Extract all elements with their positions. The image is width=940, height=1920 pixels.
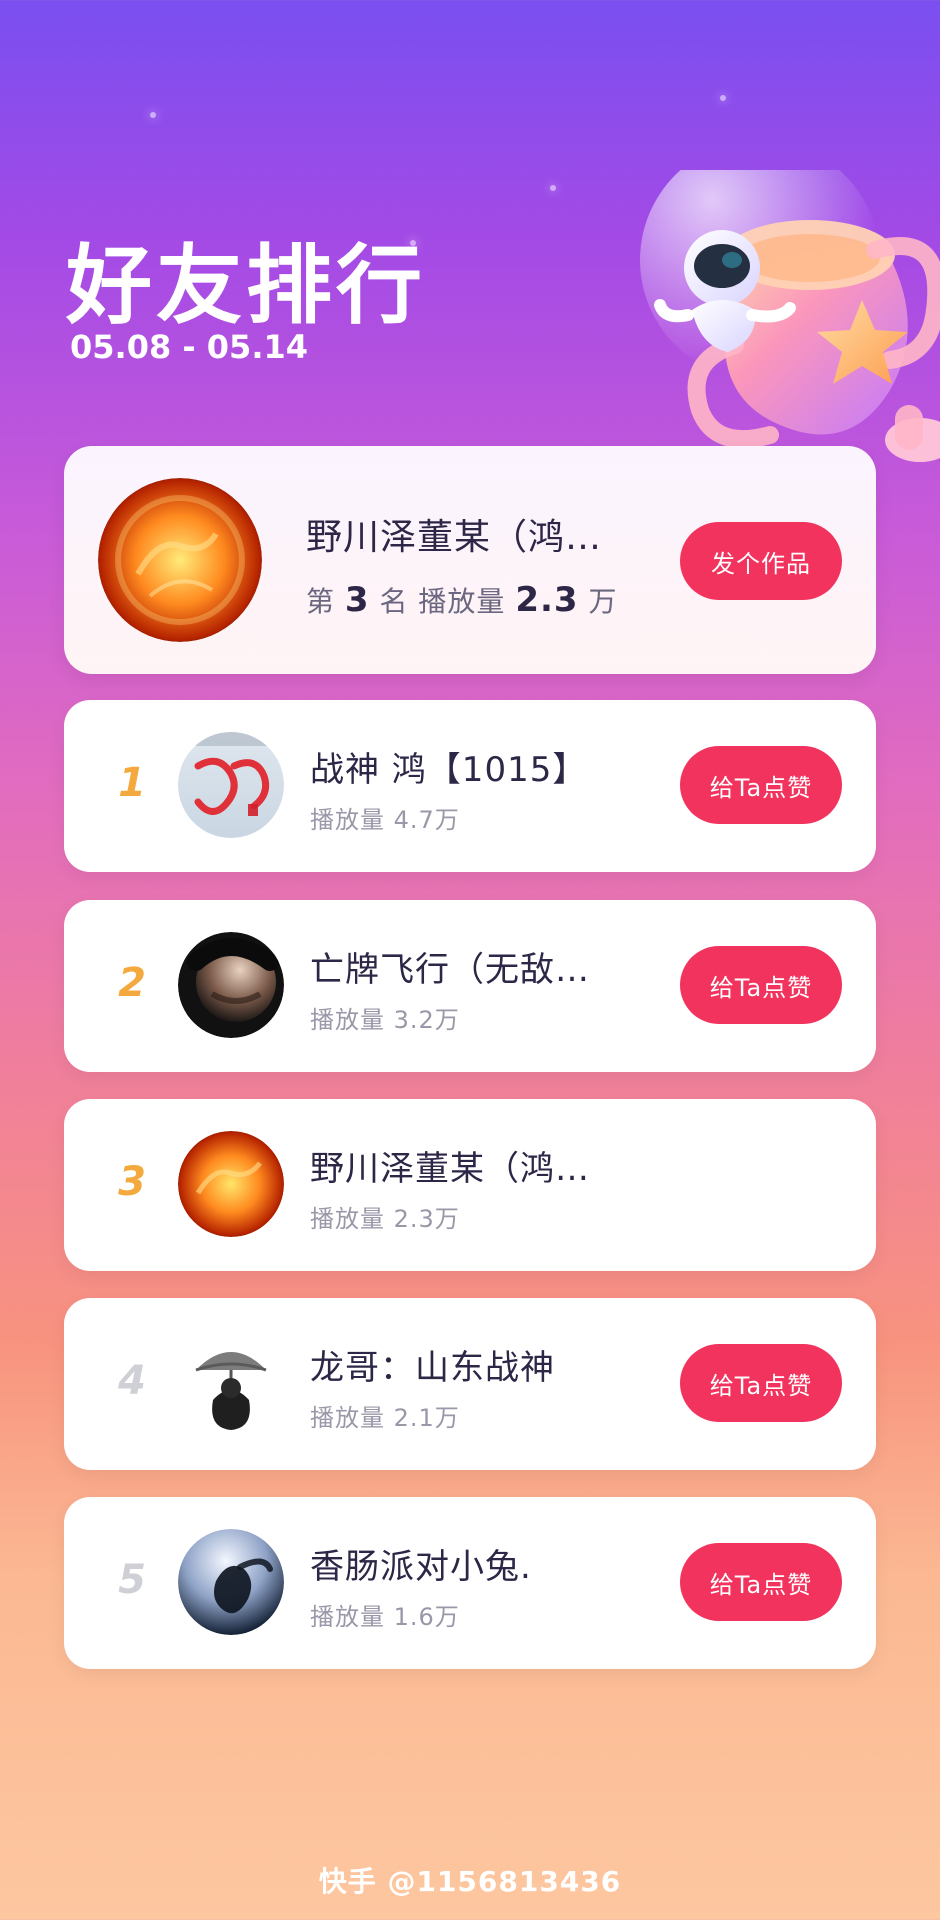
like-button[interactable]: 给Ta点赞 bbox=[680, 946, 842, 1024]
my-rank-stats: 第 3 名 播放量 2.3 万 bbox=[306, 580, 618, 620]
rank-prefix: 第 bbox=[306, 585, 336, 618]
rank-suffix: 名 bbox=[379, 585, 409, 618]
page-title: 好友排行 bbox=[66, 236, 426, 336]
watermark: 快手 @1156813436 bbox=[318, 1865, 622, 1898]
plays: 播放量 1.6万 bbox=[310, 1603, 460, 1631]
plays-label: 播放量 bbox=[418, 585, 506, 618]
rank-number: 5 bbox=[118, 1557, 146, 1603]
avatar bbox=[178, 732, 284, 838]
avatar bbox=[178, 932, 284, 1038]
like-button[interactable]: 给Ta点赞 bbox=[680, 1543, 842, 1621]
friend-name: 战神 鸿【1015】 bbox=[310, 750, 588, 790]
plays: 播放量 2.1万 bbox=[310, 1404, 460, 1432]
plays-unit: 万 bbox=[588, 585, 618, 618]
star-decoration bbox=[150, 112, 156, 118]
rank-number: 3 bbox=[118, 1159, 146, 1205]
date-range: 05.08 - 05.14 bbox=[70, 328, 308, 366]
avatar bbox=[178, 1131, 284, 1237]
avatar bbox=[178, 1529, 284, 1635]
like-button[interactable]: 给Ta点赞 bbox=[680, 746, 842, 824]
plays: 播放量 2.3万 bbox=[310, 1205, 460, 1233]
leaderboard-row: 3 野川泽董某（鸿… 播放量 2.3万 bbox=[64, 1099, 876, 1271]
friend-name: 香肠派对小兔. bbox=[310, 1547, 532, 1587]
star-decoration bbox=[550, 185, 556, 191]
leaderboard-row: 4 龙哥：山东战神 播放量 2.1万 给Ta点赞 bbox=[64, 1298, 876, 1470]
friend-name: 龙哥：山东战神 bbox=[310, 1348, 555, 1388]
my-name: 野川泽董某（鸿… bbox=[306, 517, 603, 558]
leaderboard-row: 5 香肠派对小兔. 播放量 1.6万 给Ta点赞 bbox=[64, 1497, 876, 1669]
avatar bbox=[178, 1330, 284, 1436]
rank-number: 3 bbox=[344, 580, 370, 620]
plays: 播放量 3.2万 bbox=[310, 1006, 460, 1034]
rank-number: 1 bbox=[118, 760, 146, 806]
publish-work-button[interactable]: 发个作品 bbox=[680, 522, 842, 600]
leaderboard-row: 1 战神 鸿【1015】 播放量 4.7万 给Ta点赞 bbox=[64, 700, 876, 872]
plays: 播放量 4.7万 bbox=[310, 806, 460, 834]
friend-name: 野川泽董某（鸿… bbox=[310, 1149, 590, 1189]
leaderboard-row: 2 亡牌飞行（无敌… 播放量 3.2万 给Ta点赞 bbox=[64, 900, 876, 1072]
star-decoration bbox=[720, 95, 726, 101]
rank-number: 4 bbox=[118, 1358, 146, 1404]
friend-name: 亡牌飞行（无敌… bbox=[310, 950, 590, 990]
rank-number: 2 bbox=[118, 960, 146, 1006]
plays-value: 2.3 bbox=[515, 580, 579, 620]
my-avatar bbox=[98, 478, 262, 642]
my-rank-card: 野川泽董某（鸿… 第 3 名 播放量 2.3 万 发个作品 bbox=[64, 446, 876, 674]
like-button[interactable]: 给Ta点赞 bbox=[680, 1344, 842, 1422]
